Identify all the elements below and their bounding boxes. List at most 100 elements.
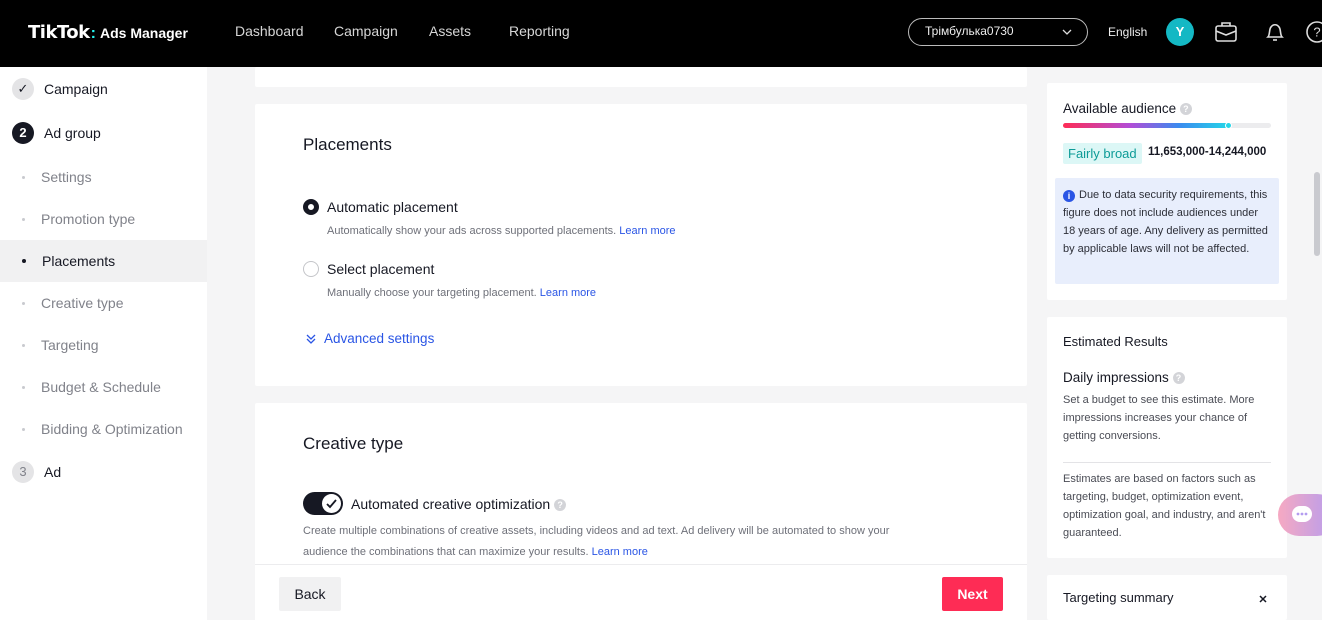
sidebar-item-creative-type[interactable]: Creative type <box>0 282 207 324</box>
advanced-settings-label: Advanced settings <box>324 331 435 346</box>
scrollbar-thumb[interactable] <box>1314 172 1320 256</box>
daily-impressions-desc: Set a budget to see this estimate. More … <box>1063 394 1255 442</box>
audience-title-text: Available audience <box>1063 101 1177 116</box>
bullet-dot <box>22 217 25 221</box>
step-label: Ad <box>44 464 62 480</box>
daily-impressions-title: Daily impressions ? <box>1063 370 1185 385</box>
desc-text: Manually choose your targeting placement… <box>327 287 537 299</box>
language-selector[interactable]: English <box>1108 25 1147 39</box>
close-icon[interactable] <box>1258 594 1268 604</box>
sidebar-item-label: Placements <box>42 253 116 269</box>
previous-section-card <box>255 67 1027 87</box>
automatic-placement-radio[interactable] <box>303 199 319 215</box>
desc-text: audience the combinations that can maxim… <box>303 546 589 558</box>
notice-text: Due to data security requirements, this … <box>1063 189 1268 255</box>
desc-text: Automatically show your ads across suppo… <box>327 225 617 237</box>
sidebar-item-label: Settings <box>41 169 92 185</box>
help-icon[interactable]: ? <box>1305 20 1322 44</box>
info-icon: i <box>1063 190 1075 202</box>
sidebar-item-settings[interactable]: Settings <box>0 156 207 198</box>
step-label: Campaign <box>44 81 108 97</box>
chevron-down-icon <box>1062 29 1072 35</box>
select-placement-label[interactable]: Select placement <box>327 261 434 277</box>
audience-size-range: 11,653,000-14,244,000 <box>1148 146 1267 158</box>
automatic-placement-label[interactable]: Automatic placement <box>327 199 458 215</box>
estimates-footnote: Estimates are based on factors such as t… <box>1063 473 1266 539</box>
advanced-settings-toggle[interactable]: Advanced settings <box>305 331 434 346</box>
automated-creative-desc: Create multiple combinations of creative… <box>303 521 1003 563</box>
top-nav-bar: TikTok : Ads Manager Dashboard Campaign … <box>0 0 1322 67</box>
back-button[interactable]: Back <box>279 577 341 611</box>
sidebar-item-targeting[interactable]: Targeting <box>0 324 207 366</box>
step-ad[interactable]: 3 Ad <box>12 461 61 483</box>
scrollbar[interactable] <box>1312 67 1322 620</box>
account-selector[interactable]: Трімбулька0730 <box>908 18 1088 46</box>
step-number: 3 <box>12 461 34 483</box>
select-placement-desc: Manually choose your targeting placement… <box>327 287 596 299</box>
nav-campaign[interactable]: Campaign <box>334 23 398 39</box>
nav-dashboard[interactable]: Dashboard <box>235 23 304 39</box>
learn-more-link[interactable]: Learn more <box>540 287 596 299</box>
account-name: Трімбулька0730 <box>925 24 1014 38</box>
step-label: Ad group <box>44 125 101 141</box>
nav-assets[interactable]: Assets <box>429 23 471 39</box>
sidebar-item-label: Targeting <box>41 337 99 353</box>
desc-text: Create multiple combinations of creative… <box>303 525 890 537</box>
toggle-label-text: Automated creative optimization <box>351 496 551 512</box>
check-icon <box>326 499 337 509</box>
bell-icon[interactable] <box>1263 20 1287 44</box>
automated-creative-toggle[interactable] <box>303 492 343 515</box>
bullet-dot <box>22 175 25 179</box>
svg-text:?: ? <box>1313 25 1320 40</box>
sidebar-item-label: Promotion type <box>41 211 136 227</box>
question-icon[interactable]: ? <box>1179 103 1192 116</box>
check-icon: ✓ <box>12 78 34 100</box>
sidebar-item-promotion-type[interactable]: Promotion type <box>0 198 207 240</box>
learn-more-link[interactable]: Learn more <box>592 546 648 558</box>
toggle-knob <box>322 494 341 513</box>
logo-ads-manager-text: Ads Manager <box>99 25 188 41</box>
sidebar-item-label: Creative type <box>41 295 124 311</box>
estimated-results-title: Estimated Results <box>1063 334 1168 349</box>
automated-creative-label: Automated creative optimization ? <box>351 496 567 512</box>
next-button[interactable]: Next <box>942 577 1003 611</box>
question-icon[interactable]: ? <box>554 499 567 512</box>
audience-breadth-marker <box>1225 122 1233 129</box>
placements-title: Placements <box>303 135 392 154</box>
available-audience-title: Available audience ? <box>1063 101 1192 116</box>
nav-reporting[interactable]: Reporting <box>509 23 570 39</box>
daily-impressions-text: Daily impressions <box>1063 370 1169 385</box>
sidebar-item-label: Budget & Schedule <box>41 379 161 395</box>
avatar[interactable]: Y <box>1166 18 1194 46</box>
automatic-placement-desc: Automatically show your ads across suppo… <box>327 225 676 237</box>
audience-breadth-fill <box>1063 123 1230 128</box>
creative-type-title: Creative type <box>303 434 404 453</box>
chat-support-button[interactable] <box>1278 494 1322 536</box>
audience-breadth-tag: Fairly broad <box>1063 143 1142 164</box>
step-campaign[interactable]: ✓ Campaign <box>12 78 108 100</box>
bullet-dot <box>22 301 25 305</box>
bullet-dot <box>22 343 25 347</box>
chat-icon <box>1292 506 1312 522</box>
sidebar-item-bidding-optimization[interactable]: Bidding & Optimization <box>0 408 207 450</box>
logo-separator: : <box>90 25 96 42</box>
sidebar-item-placements[interactable]: Placements <box>0 240 207 282</box>
sidebar-item-budget-schedule[interactable]: Budget & Schedule <box>0 366 207 408</box>
bullet-dot <box>22 385 25 389</box>
step-ad-group[interactable]: 2 Ad group <box>12 122 101 144</box>
question-icon[interactable]: ? <box>1172 372 1185 385</box>
targeting-summary-title: Targeting summary <box>1063 590 1174 605</box>
tiktok-ads-manager-logo[interactable]: TikTok : Ads Manager <box>28 22 188 43</box>
targeting-summary-card: Targeting summary <box>1047 575 1287 620</box>
bullet-dot <box>22 259 26 263</box>
data-security-notice: i Due to data security requirements, this… <box>1055 178 1279 284</box>
action-bar <box>255 564 1027 620</box>
audience-breadth-bar <box>1063 122 1271 129</box>
briefcase-icon[interactable] <box>1214 20 1238 44</box>
bullet-dot <box>22 427 25 431</box>
sidebar-item-label: Bidding & Optimization <box>41 421 183 437</box>
double-chevron-down-icon <box>306 334 316 344</box>
logo-tiktok-text: TikTok <box>28 22 90 43</box>
select-placement-radio[interactable] <box>303 261 319 277</box>
learn-more-link[interactable]: Learn more <box>619 225 675 237</box>
